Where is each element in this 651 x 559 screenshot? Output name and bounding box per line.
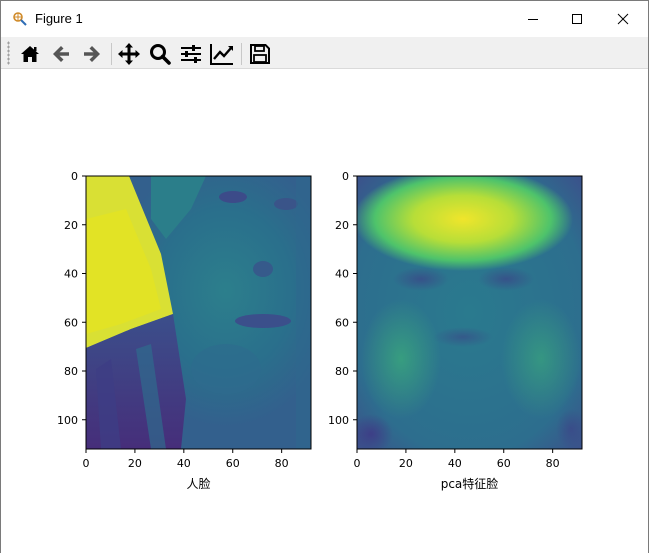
subplots-icon <box>181 45 201 63</box>
save-button[interactable] <box>247 41 273 67</box>
pca-xtick-label: 0 <box>354 457 361 470</box>
face-ytick-label: 20 <box>64 219 78 232</box>
edit-axes-button[interactable] <box>209 41 235 67</box>
face-image <box>86 176 311 449</box>
minimize-button[interactable] <box>510 1 556 37</box>
zoom-button[interactable] <box>147 41 173 67</box>
pan-button[interactable] <box>116 41 142 67</box>
title-bar[interactable]: Figure 1 <box>1 1 648 37</box>
face-ytick-label: 0 <box>71 170 78 183</box>
back-button[interactable] <box>48 41 74 67</box>
pca-ytick-label: 20 <box>335 219 349 232</box>
maximize-button[interactable] <box>554 1 600 37</box>
maximize-icon <box>572 14 582 24</box>
home-button[interactable] <box>17 41 43 67</box>
navigation-toolbar <box>1 37 648 69</box>
pca-ytick-label: 0 <box>342 170 349 183</box>
subplots-button[interactable] <box>178 41 204 67</box>
minimize-icon <box>528 19 538 20</box>
face-xlabel: 人脸 <box>186 477 210 491</box>
pca-xtick-label: 80 <box>546 457 560 470</box>
face-xtick-label: 40 <box>177 457 191 470</box>
home-icon <box>21 46 39 62</box>
pca-ytick-label: 40 <box>335 268 349 281</box>
forward-arrow-icon <box>84 46 100 62</box>
edit-axes-icon <box>210 44 233 65</box>
pca-xlabel: pca特征脸 <box>441 476 499 491</box>
face-ytick-label: 100 <box>57 414 78 427</box>
toolbar-grip[interactable] <box>7 41 10 65</box>
pca-ytick-label: 60 <box>335 316 349 329</box>
face-xtick-label: 80 <box>275 457 289 470</box>
face-xtick-label: 20 <box>128 457 142 470</box>
face-ytick-label: 80 <box>64 365 78 378</box>
pca-eigenface-image <box>357 176 582 449</box>
close-button[interactable] <box>600 1 646 37</box>
back-arrow-icon <box>53 46 69 62</box>
pca-xtick-label: 60 <box>497 457 511 470</box>
face-xtick-label: 60 <box>226 457 240 470</box>
window-title: Figure 1 <box>35 11 83 26</box>
figure-window: Figure 1 0 20 40 60 80 0 20 40 60 80 100… <box>0 0 649 554</box>
pca-ytick-label: 100 <box>328 414 349 427</box>
figure-canvas[interactable]: 0 20 40 60 80 0 20 40 60 80 100 0 20 40 60 80 0 20 40 60 80 1… <box>1 69 648 554</box>
pca-xtick-label: 40 <box>448 457 462 470</box>
toolbar-separator <box>111 43 112 65</box>
pca-xtick-label: 20 <box>399 457 413 470</box>
toolbar-separator <box>241 43 242 65</box>
pca-ytick-label: 80 <box>335 365 349 378</box>
close-icon <box>617 13 629 25</box>
face-ytick-label: 60 <box>64 316 78 329</box>
face-xtick-label: 0 <box>83 457 90 470</box>
forward-button[interactable] <box>79 41 105 67</box>
face-ytick-label: 40 <box>64 268 78 281</box>
matplotlib-figure-icon <box>13 12 27 26</box>
figure-plot-area: 0 20 40 60 80 0 20 40 60 80 100 0 20 40 60 80 0 20 40 60 80 1… <box>57 170 583 491</box>
zoom-icon <box>150 44 171 65</box>
pan-icon <box>118 43 140 65</box>
save-icon <box>250 44 270 64</box>
